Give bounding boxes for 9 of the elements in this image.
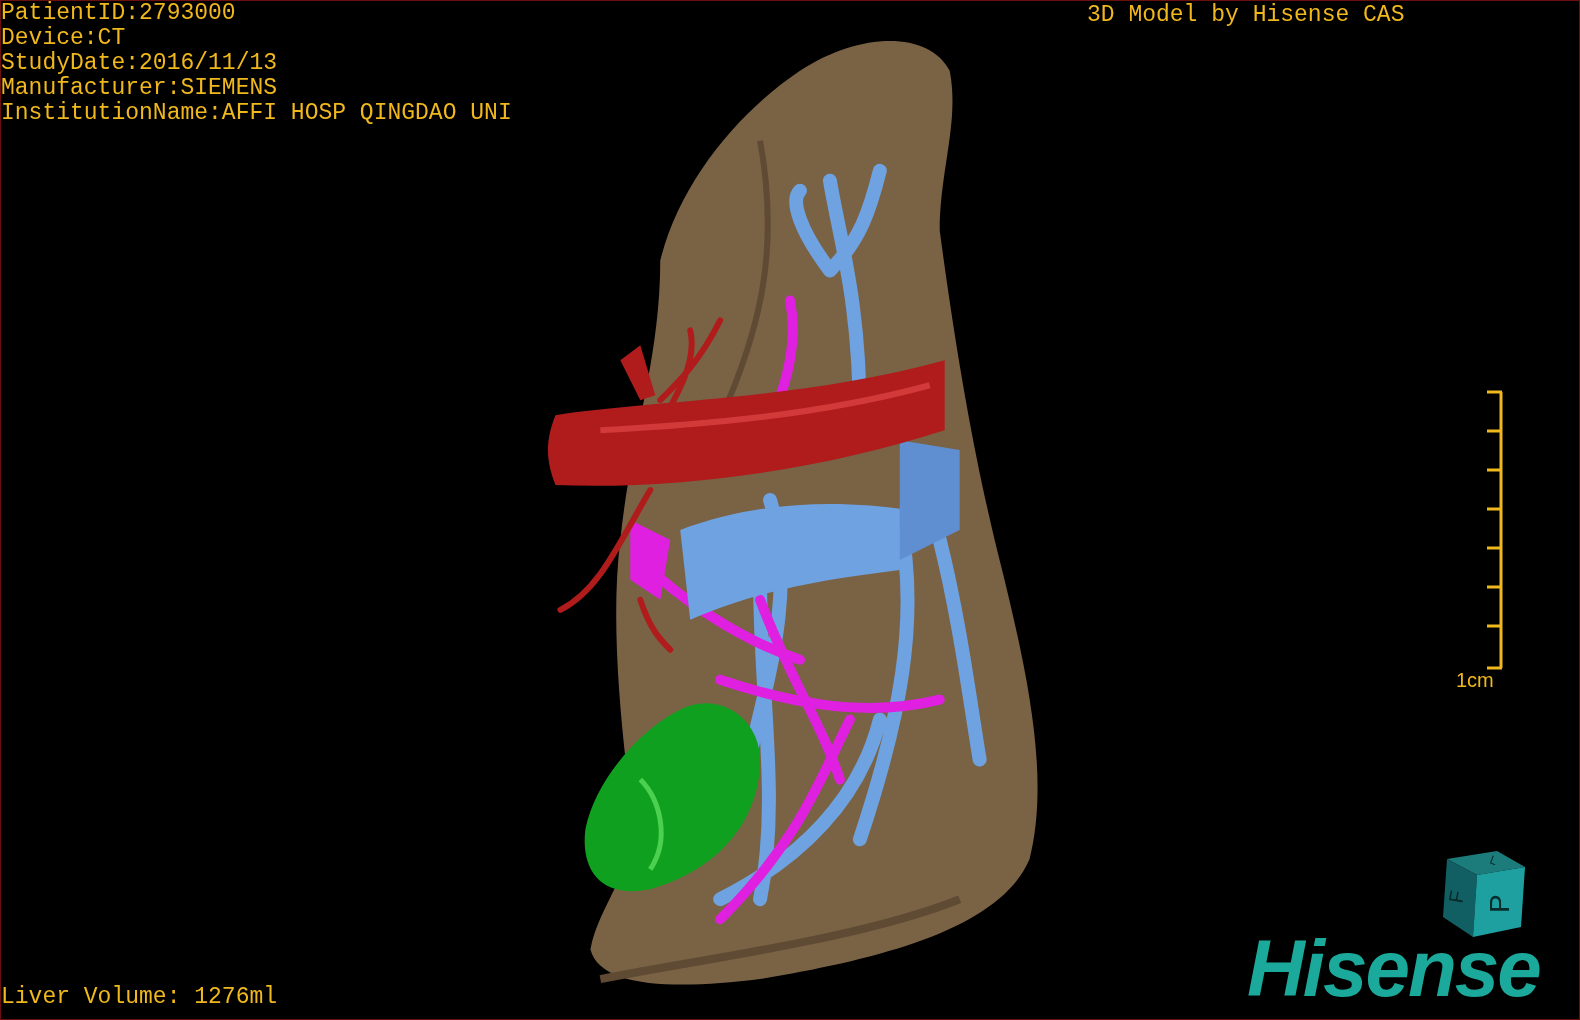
patient-info-text: InstitutionName:AFFI HOSP QINGDAO UNI [1,101,512,126]
patient-info-text: Manufacturer:SIEMENS [1,76,279,101]
scale-bar-label: 1cm [1456,669,1494,691]
model-credit-text: 3D Model by Hisense CAS [1087,3,1405,28]
liver-volume-text: Liver Volume: 1276ml [1,985,278,1010]
patient-info-text: Device:CT [1,26,127,51]
patient-info-text: PatientID:2793000 [1,1,237,26]
patient-info-text: StudyDate:2016/11/13 [1,51,279,76]
hisense-logo: Hisense [1247,929,1540,1009]
